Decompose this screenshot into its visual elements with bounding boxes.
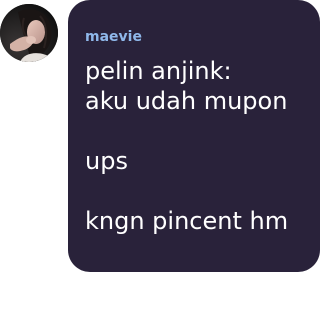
- message-line-blank: [85, 116, 310, 146]
- chat-message-container: maevie pelin anjink: aku udah mupon ups …: [0, 0, 320, 319]
- sender-name[interactable]: maevie: [85, 28, 310, 46]
- user-photo-avatar-icon: [0, 4, 58, 62]
- message-line: pelin anjink:: [85, 57, 232, 85]
- message-line: ups: [85, 147, 128, 175]
- message-line: kngn pincent hm: [85, 207, 289, 235]
- message-line: aku udah mupon: [85, 87, 288, 115]
- message-bubble: maevie pelin anjink: aku udah mupon ups …: [68, 0, 320, 272]
- avatar[interactable]: [0, 4, 58, 62]
- message-line-blank: [85, 176, 310, 206]
- message-text: pelin anjink: aku udah mupon ups kngn pi…: [85, 56, 310, 236]
